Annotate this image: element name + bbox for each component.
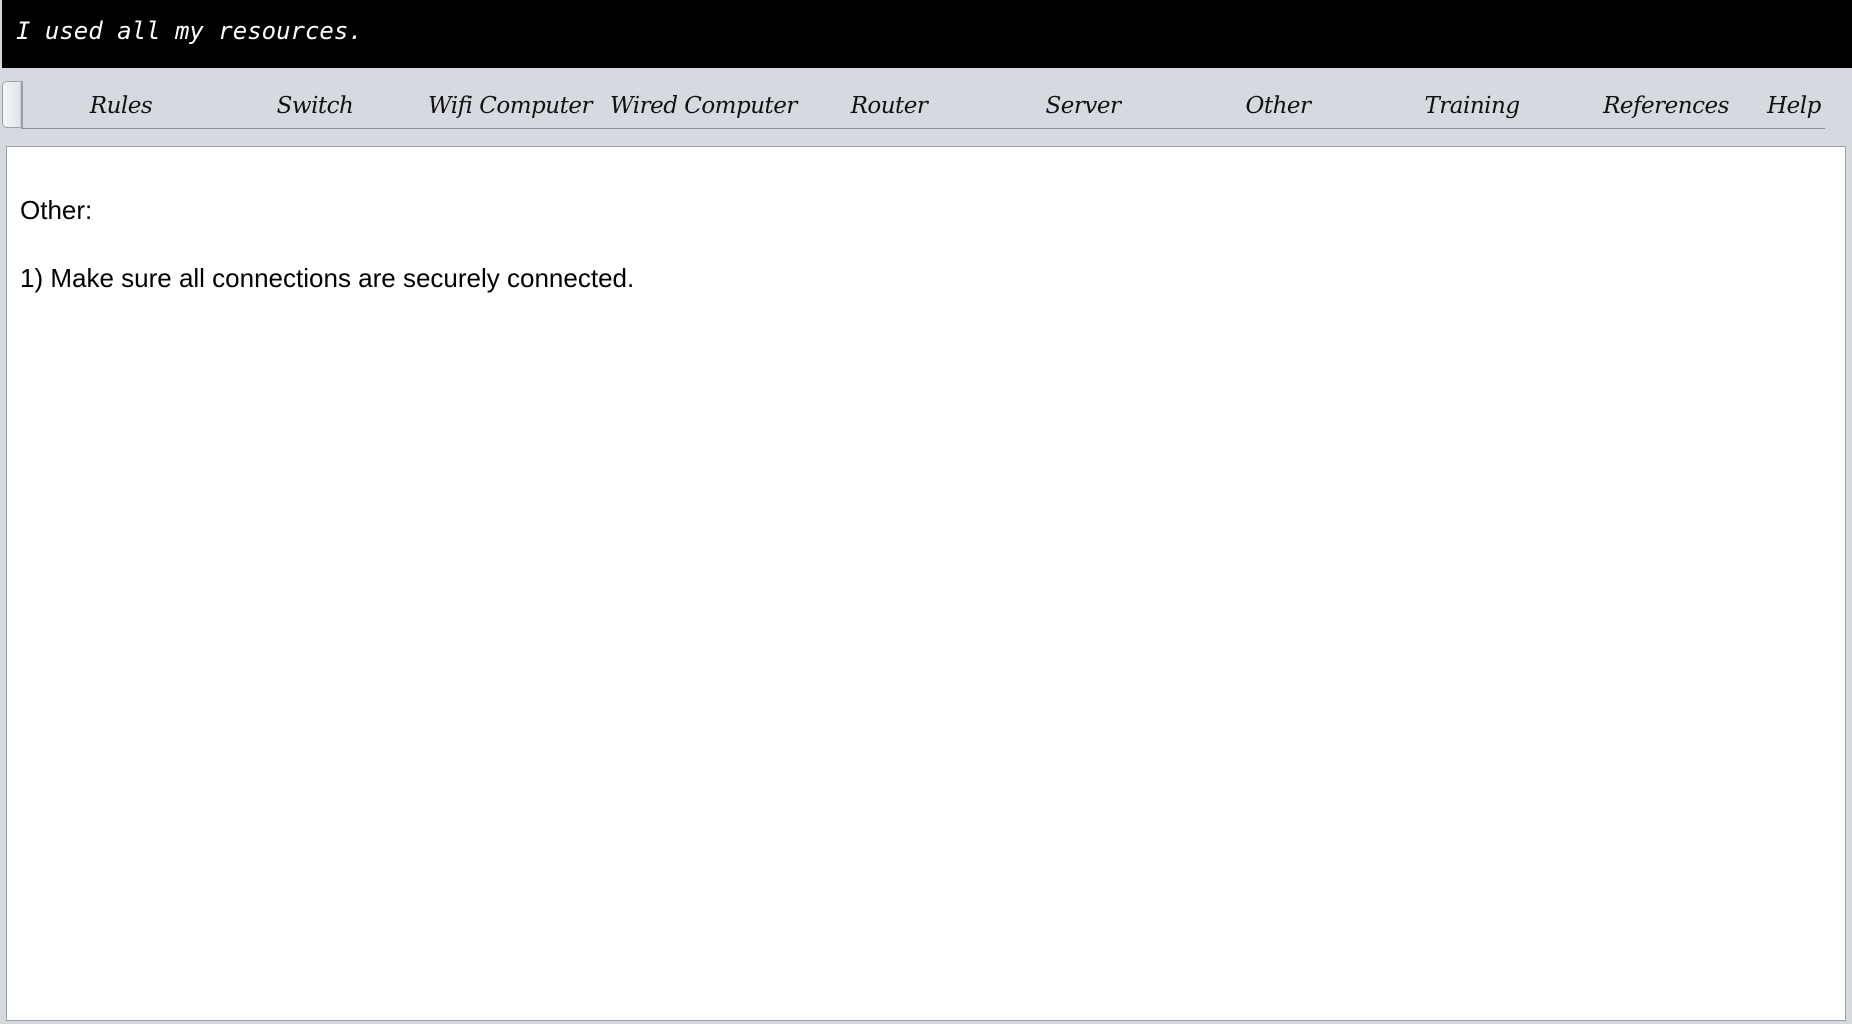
tab-other[interactable]: Other bbox=[1217, 88, 1339, 124]
tab-bar: Rules Switch Wifi Computer Wired Compute… bbox=[0, 68, 1852, 148]
tab-references[interactable]: References bbox=[1598, 88, 1734, 124]
section-title: Other: bbox=[20, 195, 93, 225]
tab-baseline bbox=[23, 128, 1825, 129]
tab-router[interactable]: Router bbox=[828, 88, 950, 124]
message-bar: I used all my resources. bbox=[2, 0, 1852, 68]
tab-switch[interactable]: Switch bbox=[254, 88, 376, 124]
tab-wifi-computer[interactable]: Wifi Computer bbox=[428, 88, 592, 124]
list-item: 1) Make sure all connections are securel… bbox=[20, 263, 635, 293]
app-window: I used all my resources. Rules Switch Wi… bbox=[0, 0, 1852, 1024]
message-text: I used all my resources. bbox=[16, 17, 363, 45]
tab-wired-computer[interactable]: Wired Computer bbox=[610, 88, 797, 124]
content-panel: Other: 1) Make sure all connections are … bbox=[6, 146, 1846, 1021]
tab-help[interactable]: Help bbox=[1762, 88, 1826, 124]
tab-server[interactable]: Server bbox=[1022, 88, 1144, 124]
tab-scroll-handle[interactable] bbox=[2, 81, 21, 128]
tab-rules[interactable]: Rules bbox=[60, 88, 182, 124]
tab-training[interactable]: Training bbox=[1405, 88, 1539, 124]
tab-divider bbox=[21, 81, 23, 129]
